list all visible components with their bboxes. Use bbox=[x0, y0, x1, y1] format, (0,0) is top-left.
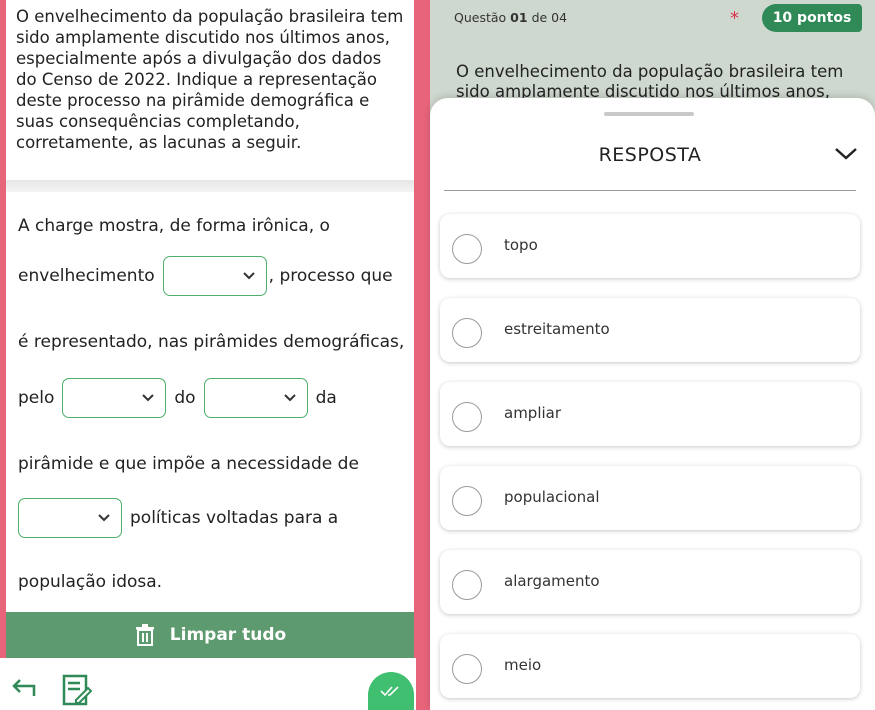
divider bbox=[444, 190, 856, 191]
fill-text: envelhecimento bbox=[18, 266, 155, 286]
fill-text: pirâmide e que impõe a necessidade de bbox=[18, 454, 359, 474]
fill-text: A charge mostra, de forma irônica, o bbox=[18, 216, 330, 236]
question-card: O envelhecimento da população brasileira… bbox=[6, 0, 414, 180]
back-arrow-icon[interactable] bbox=[10, 678, 38, 698]
fill-line-5: pirâmide e que impõe a necessidade de bbox=[18, 454, 359, 474]
response-sheet: RESPOSTA topo estreitamento ampliar popu… bbox=[430, 98, 875, 710]
fill-line-7: população idosa. bbox=[18, 572, 162, 592]
option-label: estreitamento bbox=[504, 320, 610, 338]
fill-line-2: envelhecimento , processo que bbox=[18, 256, 393, 296]
question-preview: O envelhecimento da população brasileira… bbox=[456, 62, 844, 101]
answer-panel: Questão 01 de 04 * 10 pontos O envelheci… bbox=[430, 0, 875, 710]
chevron-down-icon bbox=[98, 514, 110, 522]
blank-dropdown-3[interactable] bbox=[203, 378, 308, 418]
trash-icon bbox=[135, 624, 154, 646]
fill-line-6: políticas voltadas para a bbox=[18, 498, 338, 538]
answer-option[interactable]: estreitamento bbox=[440, 298, 860, 362]
response-title: RESPOSTA bbox=[598, 144, 702, 166]
question-counter: Questão 01 de 04 bbox=[454, 10, 568, 25]
chevron-down-icon[interactable] bbox=[834, 146, 858, 162]
radio-button[interactable] bbox=[452, 402, 482, 432]
chevron-down-icon bbox=[283, 394, 296, 402]
radio-button[interactable] bbox=[452, 234, 482, 264]
points-badge: 10 pontos bbox=[762, 4, 862, 32]
radio-button[interactable] bbox=[452, 486, 482, 516]
radio-button[interactable] bbox=[452, 318, 482, 348]
fill-line-4: pelo do da bbox=[18, 378, 337, 418]
required-asterisk: * bbox=[730, 8, 739, 29]
blank-dropdown-4[interactable] bbox=[18, 498, 122, 538]
clear-all-label: Limpar tudo bbox=[169, 625, 287, 645]
fill-text: , processo que bbox=[268, 266, 393, 286]
edit-notes-icon[interactable] bbox=[62, 674, 92, 706]
fill-text: é representado, nas pirâmides demográfic… bbox=[18, 332, 405, 352]
divider bbox=[6, 180, 414, 192]
blank-dropdown-2[interactable] bbox=[62, 378, 167, 418]
answer-option[interactable]: alargamento bbox=[440, 550, 860, 614]
option-label: topo bbox=[504, 236, 538, 254]
fill-line-1: A charge mostra, de forma irônica, o bbox=[18, 216, 330, 236]
fill-line-3: é representado, nas pirâmides demográfic… bbox=[18, 332, 404, 352]
fill-text: pelo bbox=[18, 388, 55, 408]
fill-text: políticas voltadas para a bbox=[130, 508, 339, 528]
chevron-down-icon bbox=[142, 394, 155, 402]
answer-option[interactable]: meio bbox=[440, 634, 860, 698]
double-check-icon bbox=[380, 686, 399, 697]
option-label: alargamento bbox=[504, 572, 600, 590]
fill-text: do bbox=[174, 388, 196, 408]
option-label: populacional bbox=[504, 488, 600, 506]
clear-all-button[interactable]: Limpar tudo bbox=[6, 612, 414, 658]
fill-in-blanks-card: A charge mostra, de forma irônica, o env… bbox=[6, 192, 414, 612]
question-panel: O envelhecimento da população brasileira… bbox=[0, 0, 416, 710]
fill-text: população idosa. bbox=[18, 572, 163, 592]
chevron-down-icon bbox=[242, 272, 255, 280]
answer-option[interactable]: populacional bbox=[440, 466, 860, 530]
question-text: O envelhecimento da população brasileira… bbox=[16, 7, 404, 152]
option-label: meio bbox=[504, 656, 542, 674]
radio-button[interactable] bbox=[452, 570, 482, 600]
sheet-drag-handle[interactable] bbox=[604, 112, 694, 116]
answer-option[interactable]: ampliar bbox=[440, 382, 860, 446]
submit-check-button[interactable] bbox=[368, 672, 414, 710]
radio-button[interactable] bbox=[452, 654, 482, 684]
blank-dropdown-1[interactable] bbox=[162, 256, 267, 296]
option-label: ampliar bbox=[504, 404, 562, 422]
answer-option[interactable]: topo bbox=[440, 214, 860, 278]
fill-text: da bbox=[315, 388, 337, 408]
